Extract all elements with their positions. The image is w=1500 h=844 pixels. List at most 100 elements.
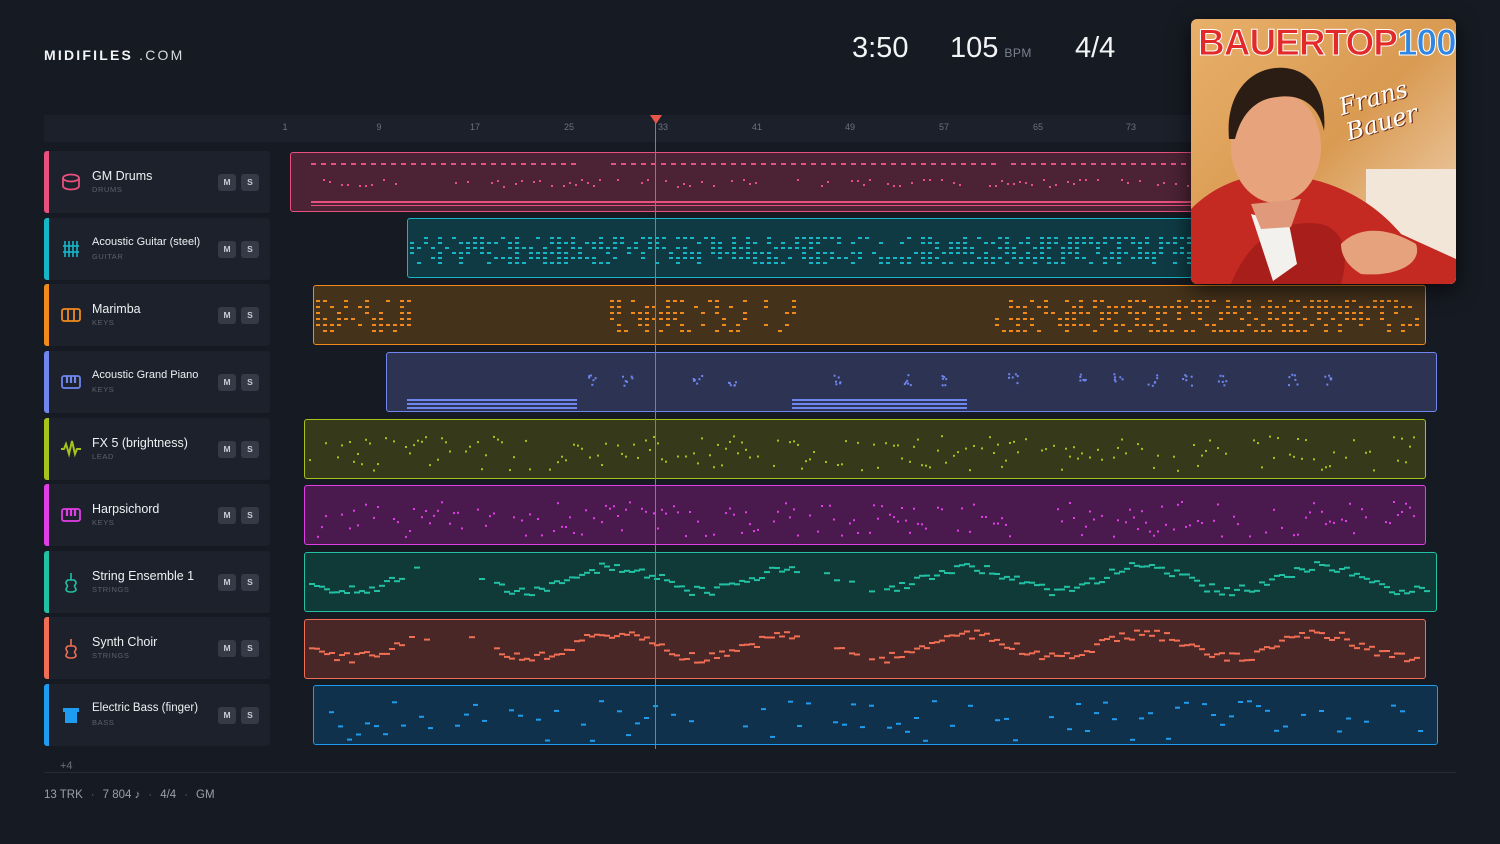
mute-button[interactable]: M bbox=[218, 574, 236, 591]
midi-note bbox=[950, 724, 955, 727]
midi-note bbox=[701, 181, 703, 183]
solo-button[interactable]: S bbox=[241, 640, 259, 657]
midi-note bbox=[971, 163, 976, 165]
midi-note bbox=[1177, 312, 1181, 314]
solo-button[interactable]: S bbox=[241, 507, 259, 524]
midi-note bbox=[921, 242, 925, 244]
lane-piano[interactable] bbox=[386, 352, 1437, 412]
midi-note bbox=[365, 300, 369, 302]
midi-note bbox=[1011, 163, 1016, 165]
track-header-bass[interactable]: Electric Bass (finger) BASS M S bbox=[44, 684, 270, 746]
midi-note bbox=[802, 247, 806, 249]
midi-note bbox=[543, 257, 547, 259]
mute-button[interactable]: M bbox=[218, 174, 236, 191]
midi-note bbox=[1153, 381, 1156, 384]
mute-button[interactable]: M bbox=[218, 307, 236, 324]
midi-note bbox=[569, 516, 571, 519]
midi-note bbox=[1013, 739, 1018, 742]
mute-button[interactable]: M bbox=[218, 640, 236, 657]
midi-note bbox=[1016, 330, 1020, 332]
midi-note bbox=[401, 163, 406, 165]
mute-button[interactable]: M bbox=[218, 441, 236, 458]
midi-note bbox=[1079, 324, 1083, 326]
mute-button[interactable]: M bbox=[218, 507, 236, 524]
solo-button[interactable]: S bbox=[241, 441, 259, 458]
midi-note bbox=[1317, 312, 1321, 314]
midi-note bbox=[741, 531, 743, 534]
lane-harpsichord[interactable] bbox=[304, 485, 1426, 545]
midi-note bbox=[857, 180, 859, 182]
midi-note bbox=[1128, 300, 1132, 302]
lane-strings[interactable] bbox=[304, 552, 1437, 612]
violin-icon bbox=[65, 573, 77, 593]
midi-note bbox=[361, 463, 363, 466]
midi-note bbox=[1387, 300, 1391, 302]
solo-button[interactable]: S bbox=[241, 374, 259, 391]
midi-note bbox=[347, 184, 349, 186]
midi-note bbox=[1185, 375, 1188, 378]
midi-note bbox=[985, 516, 987, 518]
track-header-drums[interactable]: GM Drums DRUMS M S bbox=[44, 151, 270, 213]
track-header-piano[interactable]: Acoustic Grand Piano KEYS M S bbox=[44, 351, 270, 413]
midi-note bbox=[1117, 242, 1121, 244]
lane-choir[interactable] bbox=[304, 619, 1426, 679]
more-tracks-indicator[interactable]: +4 bbox=[60, 760, 73, 772]
brand-logo[interactable]: MIDIFILES .COM bbox=[44, 47, 184, 63]
solo-button[interactable]: S bbox=[241, 174, 259, 191]
midi-note bbox=[543, 247, 547, 249]
mute-button[interactable]: M bbox=[218, 707, 236, 724]
midi-note bbox=[1037, 306, 1041, 308]
midi-note bbox=[407, 399, 577, 401]
solo-button[interactable]: S bbox=[241, 707, 259, 724]
midi-note bbox=[816, 257, 820, 259]
midi-note bbox=[571, 242, 575, 244]
playhead-marker[interactable] bbox=[650, 115, 662, 124]
midi-note bbox=[1213, 519, 1215, 522]
midi-note bbox=[905, 730, 910, 733]
midi-note bbox=[993, 522, 995, 525]
solo-button[interactable]: S bbox=[241, 241, 259, 258]
note-pattern-choir bbox=[309, 629, 1420, 664]
midi-note bbox=[1069, 502, 1071, 504]
mute-button[interactable]: M bbox=[218, 241, 236, 258]
midi-note bbox=[984, 252, 988, 254]
midi-note bbox=[441, 437, 443, 440]
midi-note bbox=[438, 257, 442, 259]
album-title-part: TOP bbox=[1324, 22, 1398, 64]
midi-note bbox=[364, 591, 370, 594]
mute-button[interactable]: M bbox=[218, 374, 236, 391]
track-header-choir[interactable]: Synth Choir STRINGS M S bbox=[44, 617, 270, 679]
track-header-harpsichord[interactable]: Harpsichord KEYS M S bbox=[44, 484, 270, 546]
midi-note bbox=[1117, 237, 1121, 239]
midi-note bbox=[645, 318, 649, 320]
midi-note bbox=[941, 377, 944, 380]
track-header-strings[interactable]: String Ensemble 1 STRINGS M S bbox=[44, 551, 270, 613]
midi-note bbox=[1184, 306, 1188, 308]
lane-marimba[interactable] bbox=[313, 285, 1426, 345]
midi-note bbox=[1273, 456, 1275, 459]
solo-button[interactable]: S bbox=[241, 574, 259, 591]
midi-note bbox=[1075, 257, 1079, 259]
track-header-fx[interactable]: FX 5 (brightness) LEAD M S bbox=[44, 418, 270, 480]
midi-note bbox=[743, 300, 747, 302]
midi-note bbox=[1341, 518, 1343, 521]
midi-note bbox=[497, 180, 499, 182]
midi-note bbox=[561, 163, 566, 165]
midi-note bbox=[592, 257, 596, 259]
midi-note bbox=[621, 163, 626, 165]
midi-note bbox=[321, 163, 326, 165]
midi-note bbox=[1156, 306, 1160, 308]
midi-note bbox=[673, 300, 677, 302]
track-header-guitar[interactable]: Acoustic Guitar (steel) GUITAR M S bbox=[44, 218, 270, 280]
playhead-line[interactable] bbox=[655, 116, 656, 749]
midi-note bbox=[1209, 655, 1215, 658]
solo-button[interactable]: S bbox=[241, 307, 259, 324]
track-header-marimba[interactable]: Marimba KEYS M S bbox=[44, 284, 270, 346]
midi-note bbox=[872, 252, 876, 254]
lane-fx[interactable] bbox=[304, 419, 1426, 479]
midi-note bbox=[1163, 306, 1167, 308]
lane-bass[interactable] bbox=[313, 685, 1438, 745]
midi-note bbox=[761, 163, 766, 165]
midi-note bbox=[1047, 247, 1051, 249]
midi-note bbox=[1296, 312, 1300, 314]
